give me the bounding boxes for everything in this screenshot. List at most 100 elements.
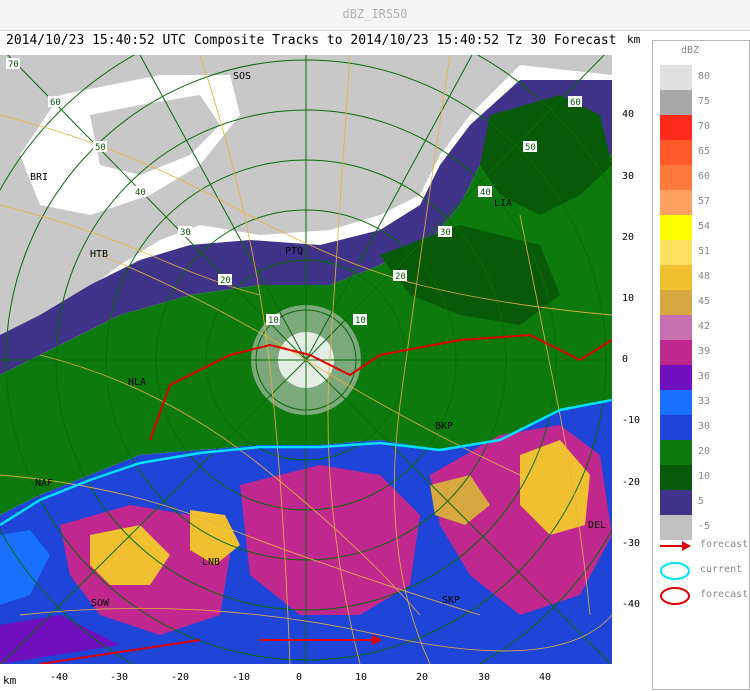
legend-swatch bbox=[660, 65, 692, 90]
radar-map-canvas: 10 10 20 20 30 30 40 40 50 50 60 60 70 SOS BRI HTB PTQ L… bbox=[0, 55, 612, 664]
ring-label: 40 bbox=[480, 188, 491, 198]
ring-label: 50 bbox=[525, 143, 536, 153]
legend-key-label: current bbox=[700, 564, 743, 575]
y-tick-label: -10 bbox=[622, 415, 641, 426]
legend-swatch bbox=[660, 290, 692, 315]
x-tick-label: 30 bbox=[478, 672, 491, 683]
ring-label: 10 bbox=[355, 316, 366, 326]
y-tick-label: 0 bbox=[622, 354, 629, 365]
legend-swatch-label: 10 bbox=[698, 471, 711, 482]
ellipse-icon bbox=[660, 562, 690, 580]
station-label: DEL bbox=[588, 520, 606, 531]
legend-swatch-label: 57 bbox=[698, 196, 711, 207]
station-label: SKP bbox=[442, 595, 460, 606]
station-label: SOS bbox=[233, 71, 251, 82]
legend-swatch bbox=[660, 390, 692, 415]
x-tick-label: -10 bbox=[232, 672, 251, 683]
legend-swatch bbox=[660, 315, 692, 340]
legend-swatch-label: -5 bbox=[698, 521, 711, 532]
station-label: HLA bbox=[128, 377, 146, 388]
ellipse-icon bbox=[660, 587, 690, 605]
station-label: SOW bbox=[91, 598, 110, 609]
legend-swatch bbox=[660, 440, 692, 465]
y-tick-label: -30 bbox=[622, 538, 641, 549]
legend-swatch bbox=[660, 165, 692, 190]
legend-swatch-label: 5 bbox=[698, 496, 705, 507]
legend-swatch-label: 36 bbox=[698, 371, 711, 382]
x-tick-label: -40 bbox=[50, 672, 69, 683]
station-label: NAF bbox=[35, 478, 53, 489]
legend-title: dBZ bbox=[681, 45, 700, 56]
legend-swatch bbox=[660, 240, 692, 265]
ring-label: 50 bbox=[95, 143, 106, 153]
x-tick-label: -30 bbox=[110, 672, 129, 683]
dbz-legend: dBZ 80 75 70 65 60 57 54 51 48 45 42 39 36 33 30 20 10 5 -… bbox=[652, 40, 750, 690]
legend-swatch bbox=[660, 265, 692, 290]
product-header: 2014/10/23 15:40:52 UTC Composite Tracks… bbox=[6, 33, 617, 48]
y-tick-label: -40 bbox=[622, 599, 641, 610]
arrow-icon bbox=[660, 541, 691, 551]
x-tick-label: -20 bbox=[171, 672, 190, 683]
ring-label: 40 bbox=[135, 188, 146, 198]
station-label: HTB bbox=[90, 249, 108, 260]
legend-key-ellipse: current bbox=[658, 561, 748, 581]
ring-label: 30 bbox=[440, 228, 451, 238]
y-tick-label: 40 bbox=[622, 109, 635, 120]
legend-key-ellipse: forecast bbox=[658, 586, 748, 606]
legend-swatch-label: 48 bbox=[698, 271, 711, 282]
ring-label: 20 bbox=[220, 276, 231, 286]
legend-key-label: forecast bbox=[700, 539, 749, 550]
legend-swatch bbox=[660, 190, 692, 215]
x-axis: -40 -30 -20 -10 0 10 20 30 40 bbox=[0, 664, 612, 691]
ring-label: 30 bbox=[180, 228, 191, 238]
y-axis: 40 30 20 10 0 -10 -20 -30 -40 bbox=[612, 55, 650, 664]
legend-swatch bbox=[660, 415, 692, 440]
y-tick-label: 20 bbox=[622, 232, 635, 243]
station-label: PTQ bbox=[285, 246, 303, 257]
legend-key-label: forecast bbox=[700, 589, 749, 600]
y-tick-label: -20 bbox=[622, 477, 641, 488]
window-titlebar: dBZ_IRS50 bbox=[0, 0, 750, 31]
y-axis-unit: km bbox=[627, 33, 641, 46]
y-tick-label: 10 bbox=[622, 293, 635, 304]
legend-swatch-label: 51 bbox=[698, 246, 711, 257]
legend-swatch-label: 60 bbox=[698, 171, 711, 182]
legend-swatch bbox=[660, 365, 692, 390]
window-title: dBZ_IRS50 bbox=[342, 7, 408, 21]
station-label: LIA bbox=[494, 198, 512, 209]
legend-swatch bbox=[660, 90, 692, 115]
legend-swatch bbox=[660, 490, 692, 515]
legend-swatch-label: 42 bbox=[698, 321, 711, 332]
legend-swatch-label: 75 bbox=[698, 96, 711, 107]
ring-label: 70 bbox=[8, 60, 19, 70]
legend-swatch-label: 65 bbox=[698, 146, 711, 157]
station-label: BRI bbox=[30, 172, 48, 183]
x-tick-label: 20 bbox=[416, 672, 429, 683]
legend-swatch bbox=[660, 465, 692, 490]
legend-swatch-label: 30 bbox=[698, 421, 711, 432]
y-tick-label: 30 bbox=[622, 171, 635, 182]
legend-key-arrow: forecast bbox=[658, 536, 748, 556]
legend-swatch-label: 20 bbox=[698, 446, 711, 457]
legend-swatch-label: 70 bbox=[698, 121, 711, 132]
legend-swatch bbox=[660, 215, 692, 240]
legend-swatch bbox=[660, 140, 692, 165]
radar-map[interactable]: 10 10 20 20 30 30 40 40 50 50 60 60 70 SOS BRI HTB PTQ L… bbox=[0, 55, 612, 664]
ring-label: 60 bbox=[570, 98, 581, 108]
legend-swatch-label: 54 bbox=[698, 221, 711, 232]
ring-label: 10 bbox=[268, 316, 279, 326]
radar-window: dBZ_IRS50 2014/10/23 15:40:52 UTC Compos… bbox=[0, 0, 750, 691]
legend-swatch-label: 80 bbox=[698, 71, 711, 82]
legend-swatch-label: 39 bbox=[698, 346, 711, 357]
legend-swatch bbox=[660, 340, 692, 365]
legend-swatch-label: 33 bbox=[698, 396, 711, 407]
station-label: BKP bbox=[435, 421, 453, 432]
x-tick-label: 0 bbox=[296, 672, 303, 683]
legend-swatch bbox=[660, 115, 692, 140]
legend-swatch-label: 45 bbox=[698, 296, 711, 307]
x-tick-label: 40 bbox=[539, 672, 552, 683]
ring-label: 20 bbox=[395, 272, 406, 282]
x-tick-label: 10 bbox=[355, 672, 368, 683]
station-label: LNB bbox=[202, 557, 220, 568]
x-axis-unit: km bbox=[3, 674, 17, 687]
